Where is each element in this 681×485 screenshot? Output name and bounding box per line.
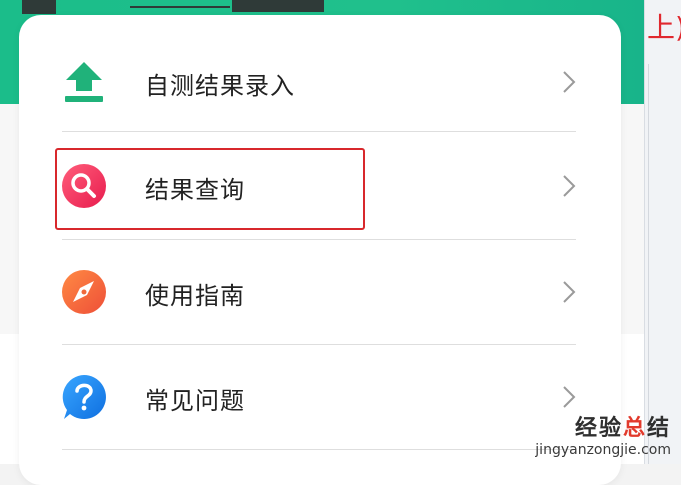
watermark-url: jingyanzongjie.com [535,442,671,458]
chevron-right-icon [563,386,576,408]
banner-illustration [0,0,340,14]
menu-item-user-guide[interactable]: 使用指南 [19,240,621,344]
chevron-right-icon [563,281,576,303]
divider [62,449,576,450]
menu-item-label: 使用指南 [145,282,245,310]
highlight-box [55,148,365,230]
watermark: 经验总结 jingyanzongjie.com [535,416,671,458]
menu-item-label: 常见问题 [145,387,245,415]
side-panel: 上) [644,0,681,464]
watermark-title: 经验总结 [574,416,671,441]
upload-arrow-icon [65,62,103,102]
menu-item-faq[interactable]: 常见问题 [19,345,621,449]
chevron-right-icon [563,71,576,93]
divider [62,131,576,132]
compass-icon [62,270,106,314]
menu-item-label: 自测结果录入 [145,72,295,100]
side-panel-divider [648,64,649,464]
side-panel-partial-text: 上) [647,11,681,44]
chevron-right-icon [563,175,576,197]
question-icon [62,375,106,419]
menu-item-self-test-entry[interactable]: 自测结果录入 [19,29,621,133]
menu-card: 自测结果录入 结果查询 使用指南 常见问题 [19,15,621,485]
